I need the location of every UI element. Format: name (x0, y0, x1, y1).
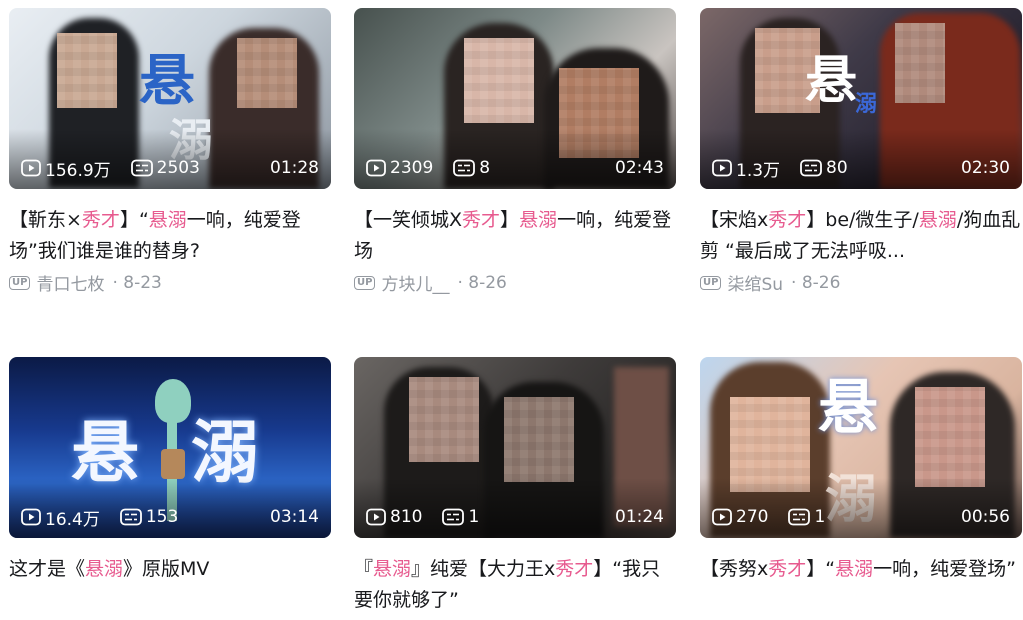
video-meta[interactable]: UP 青口七枚 · 8-23 (9, 270, 331, 295)
uploader-name[interactable]: 方块儿__ (381, 270, 449, 295)
view-count: 2309 (390, 158, 434, 178)
upload-date: · 8-23 (112, 272, 162, 293)
danmaku-count: 1 (814, 507, 826, 527)
play-icon (712, 159, 732, 177)
danmaku-icon (800, 159, 822, 177)
view-count: 810 (390, 507, 423, 527)
up-badge-icon: UP (9, 275, 31, 290)
video-card[interactable]: 810 1 01:24 『悬溺』纯爱【大力王x秀才】“我只要你就够了” (354, 357, 676, 616)
danmaku-count: 153 (145, 507, 179, 527)
video-card[interactable]: 悬 溺 16.4万 153 03:14 这才是《悬溺》原版MV (9, 357, 331, 616)
video-thumbnail[interactable]: 悬 溺 270 1 00:56 (700, 357, 1022, 538)
video-title[interactable]: 【秀努x秀才】“悬溺一响，纯爱登场” (700, 554, 1022, 616)
thumbnail-overlay-char: 溺 (855, 91, 878, 117)
danmaku-icon (453, 159, 476, 177)
view-count: 270 (736, 507, 769, 527)
video-title[interactable]: 【宋焰x秀才】be/微生子/悬溺/狗血乱剪 “最后成了无法呼吸... (700, 205, 1022, 267)
uploader-name[interactable]: 柒绾Su (727, 270, 783, 295)
video-duration: 02:43 (615, 158, 664, 178)
video-card[interactable]: 悬 溺 156.9万 2503 01:28 【靳东×秀才】“悬溺一响，纯爱登场”… (9, 8, 331, 295)
video-meta[interactable]: UP 方块儿__ · 8-26 (354, 270, 676, 295)
video-card[interactable]: 悬 溺 270 1 00:56 【秀努x秀才】“悬溺一响，纯爱登场” (700, 357, 1022, 616)
thumbnail-overlay-char: 悬 (818, 373, 878, 443)
play-icon (21, 508, 41, 526)
play-icon (366, 159, 386, 177)
video-thumbnail[interactable]: 悬 溺 1.3万 80 02:30 (700, 8, 1022, 189)
upload-date: · 8-26 (457, 272, 507, 293)
video-thumbnail[interactable]: 悬 溺 156.9万 2503 01:28 (9, 8, 331, 189)
danmaku-count: 1 (468, 507, 480, 527)
video-title[interactable]: 这才是《悬溺》原版MV (9, 554, 331, 616)
upload-date: · 8-26 (791, 272, 841, 293)
video-title[interactable]: 『悬溺』纯爱【大力王x秀才】“我只要你就够了” (354, 554, 676, 616)
video-thumbnail[interactable]: 2309 8 02:43 (354, 8, 676, 189)
video-duration: 02:30 (961, 158, 1010, 178)
play-icon (21, 159, 41, 177)
view-count: 156.9万 (45, 160, 111, 181)
danmaku-count: 2503 (156, 158, 200, 178)
video-duration: 00:56 (961, 507, 1010, 527)
video-title[interactable]: 【靳东×秀才】“悬溺一响，纯爱登场”我们谁是谁的替身? (9, 205, 331, 267)
video-duration: 01:28 (270, 158, 319, 178)
view-count: 16.4万 (45, 509, 100, 530)
thumbnail-overlay-char: 悬 (805, 50, 858, 111)
danmaku-icon (130, 159, 153, 177)
play-icon (366, 508, 386, 526)
video-duration: 03:14 (270, 507, 319, 527)
video-thumbnail[interactable]: 悬 溺 16.4万 153 03:14 (9, 357, 331, 538)
video-meta[interactable]: UP 柒绾Su · 8-26 (700, 270, 1022, 295)
video-card[interactable]: 2309 8 02:43 【一笑倾城X秀才】悬溺一响，纯爱登场 UP 方块儿__… (354, 8, 676, 295)
danmaku-icon (788, 508, 811, 526)
up-badge-icon: UP (354, 275, 376, 290)
danmaku-count: 8 (479, 158, 491, 178)
danmaku-icon (442, 508, 465, 526)
danmaku-count: 80 (826, 158, 848, 178)
uploader-name[interactable]: 青口七枚 (36, 270, 104, 295)
up-badge-icon: UP (700, 275, 722, 290)
video-thumbnail[interactable]: 810 1 01:24 (354, 357, 676, 538)
view-count: 1.3万 (736, 160, 781, 181)
video-card[interactable]: 悬 溺 1.3万 80 02:30 【宋焰x秀才】be/微生子/悬溺/狗血乱剪 … (700, 8, 1022, 295)
danmaku-icon (119, 508, 142, 526)
video-duration: 01:24 (615, 507, 664, 527)
play-icon (712, 508, 732, 526)
video-title[interactable]: 【一笑倾城X秀才】悬溺一响，纯爱登场 (354, 205, 676, 267)
squidward-figure (155, 379, 191, 423)
